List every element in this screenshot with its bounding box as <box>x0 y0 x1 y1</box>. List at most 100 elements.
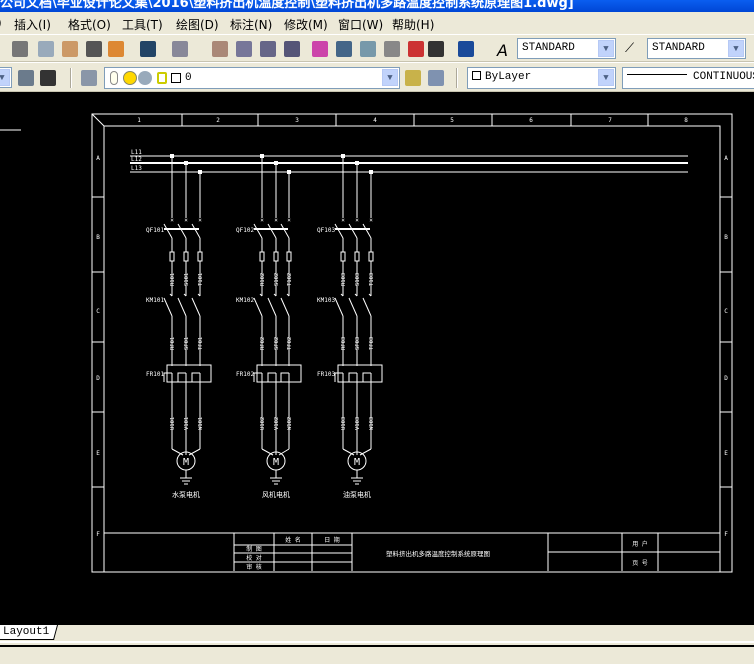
breaker-blade <box>267 223 277 239</box>
column-label: 8 <box>684 117 688 124</box>
row-label: F <box>724 531 728 538</box>
design-center-icon[interactable] <box>336 41 352 57</box>
breaker-blade <box>348 223 358 239</box>
row-label: B <box>96 234 100 241</box>
layer-combo[interactable]: 0 ▼ <box>104 67 400 89</box>
breaker-contact-mark: × <box>341 217 345 224</box>
breaker-label: QF101 <box>146 227 164 234</box>
menu-dimension[interactable]: 标注(N) <box>230 16 272 33</box>
contactor-blade <box>280 297 290 317</box>
wire-label: S103 <box>355 273 361 286</box>
wire-label: S102 <box>274 273 280 286</box>
breaker-contact-mark: × <box>274 217 278 224</box>
linetype-combo[interactable]: CONTINUOUS <box>622 67 754 89</box>
layer-previous-icon[interactable] <box>428 70 444 86</box>
menu-window[interactable]: 窗口(W) <box>338 16 383 33</box>
bus-label: L13 <box>131 165 142 172</box>
chevron-down-icon[interactable]: ▼ <box>728 40 744 57</box>
thermal-element <box>334 372 343 382</box>
breaker-contact-mark: × <box>198 217 202 224</box>
contactor-label: KM102 <box>236 297 254 304</box>
wire <box>188 448 201 456</box>
calculator-icon[interactable] <box>428 41 444 57</box>
layer-manager-icon[interactable] <box>81 70 97 86</box>
bus-label: L12 <box>131 156 142 163</box>
wire-label: U103 <box>341 417 347 430</box>
menu-draw[interactable]: 绘图(D) <box>176 16 219 33</box>
freeze-viewport-icon[interactable] <box>138 71 152 85</box>
row-label: B <box>724 234 728 241</box>
tool-palettes-icon[interactable] <box>360 41 376 57</box>
motor-symbol: M <box>273 457 279 468</box>
dim-style-combo[interactable]: STANDARD ▼ <box>647 38 746 59</box>
chevron-down-icon[interactable]: ▼ <box>598 40 614 57</box>
command-line[interactable] <box>0 646 754 664</box>
zoom-previous-icon[interactable] <box>284 41 300 57</box>
block-editor-icon[interactable] <box>108 41 124 57</box>
chevron-down-icon[interactable]: ▼ <box>598 69 614 86</box>
contactor-blade <box>334 297 344 317</box>
make-object-layer-current-icon[interactable] <box>405 70 421 86</box>
color-combo[interactable]: ByLayer ▼ <box>467 67 616 89</box>
workspace-settings-icon[interactable] <box>18 70 34 86</box>
paste-icon[interactable] <box>62 41 78 57</box>
drawn-label: 制 图 <box>246 545 262 553</box>
workspace-combo[interactable]: ▼ <box>0 67 12 88</box>
color-swatch <box>472 71 481 80</box>
text-style-value: STANDARD <box>522 42 575 54</box>
zoom-realtime-icon[interactable] <box>236 41 252 57</box>
thermal-relay-box <box>337 364 383 383</box>
layout-tab-label[interactable]: Layout1 <box>3 626 49 638</box>
menu-help[interactable]: 帮助(H) <box>392 16 434 33</box>
help-icon[interactable] <box>458 41 474 57</box>
wire-label: U101 <box>170 417 176 430</box>
markup-icon[interactable] <box>408 41 424 57</box>
dim-style-icon[interactable]: ⟋ <box>625 41 641 57</box>
wire-label: U102 <box>260 417 266 430</box>
cut-icon[interactable] <box>12 41 28 57</box>
menu-insert[interactable]: 插入(I) <box>14 16 51 33</box>
breaker-blade <box>163 223 173 239</box>
chevron-down-icon[interactable]: ▼ <box>0 69 10 86</box>
lock-icon[interactable] <box>157 72 167 84</box>
column-label: 3 <box>295 117 299 124</box>
sun-icon[interactable] <box>123 71 137 85</box>
wire-label: T102 <box>287 273 293 286</box>
checked-label: 校 对 <box>246 554 262 562</box>
menu-tools[interactable]: 工具(T) <box>122 16 163 33</box>
menu-format[interactable]: 格式(O) <box>68 16 111 33</box>
title-bar: 公司文档\毕业设计论文集\2016\塑料挤出机温度控制\塑料挤出机多路温度控制系… <box>0 0 754 12</box>
text-style-combo[interactable]: STANDARD ▼ <box>517 38 616 59</box>
drawing-canvas[interactable]: 1 2 3 4 5 6 7 8 A A B B C C D D E E F F L11 L12 L13 × R101 RF01 U1… <box>0 92 754 625</box>
approved-label: 审 核 <box>246 563 262 571</box>
zoom-window-icon[interactable] <box>260 41 276 57</box>
chevron-down-icon[interactable]: ▼ <box>382 69 398 86</box>
match-properties-icon[interactable] <box>86 41 102 57</box>
fuse <box>340 251 346 262</box>
motor-name: 水泵电机 <box>172 490 200 499</box>
separator <box>70 68 72 88</box>
pan-icon[interactable] <box>212 41 228 57</box>
text-style-icon[interactable]: A <box>497 41 513 60</box>
column-label: 6 <box>529 117 533 124</box>
properties-icon[interactable] <box>312 41 328 57</box>
redo-icon[interactable] <box>172 41 188 57</box>
wire-label: SF02 <box>274 337 280 350</box>
user-label: 用 户 <box>632 540 648 548</box>
fuse <box>197 251 203 262</box>
sheet-set-icon[interactable] <box>384 41 400 57</box>
wire <box>359 448 372 456</box>
menu-partial[interactable]: ) <box>0 16 2 30</box>
undo-icon[interactable] <box>140 41 156 57</box>
fuse <box>368 251 374 262</box>
layer-previous-icon[interactable] <box>40 70 56 86</box>
menu-modify[interactable]: 修改(M) <box>284 16 328 33</box>
wire-label: TF03 <box>369 337 375 350</box>
lightbulb-icon[interactable] <box>110 71 118 85</box>
copy-icon[interactable] <box>38 41 54 57</box>
standard-toolbar: STANDARD ▼ STANDARD ▼ A ⟋ <box>0 34 754 62</box>
thermal-element <box>280 372 289 382</box>
bus-label: L11 <box>131 149 142 156</box>
schematic-drawing[interactable]: 1 2 3 4 5 6 7 8 A A B B C C D D E E F F L11L12 L13 × R101 RF01 U1… <box>0 92 754 625</box>
wire-label: W103 <box>369 417 375 430</box>
